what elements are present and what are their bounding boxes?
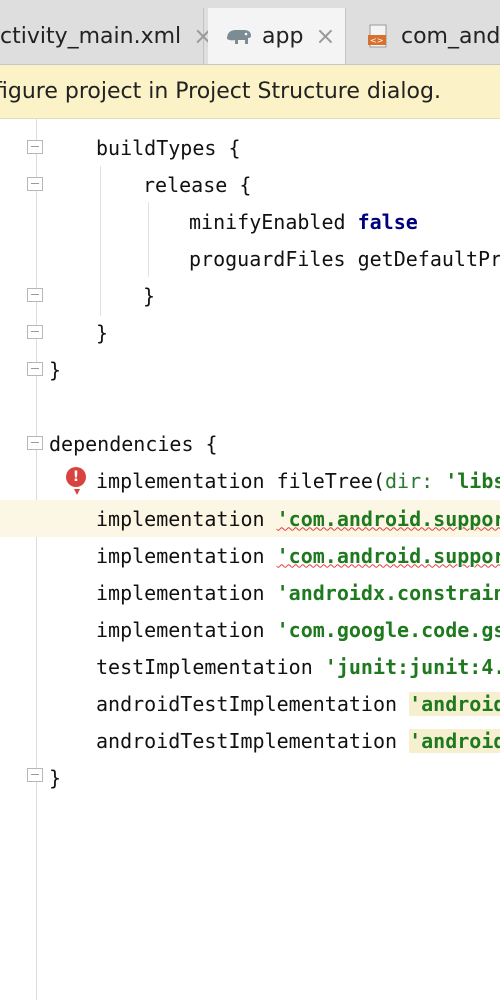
- code-line: dependencies {: [49, 425, 218, 462]
- code-text: testImplementation: [96, 654, 325, 679]
- code-text: proguardFiles getDefaultPro: [189, 246, 500, 271]
- code-line: buildTypes {: [96, 129, 241, 166]
- code-text: release {: [143, 172, 252, 197]
- string-literal: 'androidx: [409, 728, 500, 753]
- code-line: proguardFiles getDefaultPro: [189, 240, 500, 277]
- code-line: minifyEnabled false: [189, 203, 418, 240]
- code-text: }: [49, 357, 62, 382]
- code-editor[interactable]: buildTypes { release { minifyEnabled fal…: [0, 0, 500, 1000]
- code-text: implementation: [96, 543, 277, 568]
- string-literal: 'com.android.support: [276, 543, 500, 568]
- code-text: }: [143, 283, 156, 308]
- code-text: }: [96, 320, 109, 345]
- string-literal: 'libs': [445, 468, 500, 493]
- code-line: }: [143, 277, 155, 314]
- code-line: implementation 'com.google.code.gso: [96, 611, 500, 648]
- code-text: implementation fileTree(: [96, 468, 385, 493]
- string-literal: 'junit:junit:4.1: [324, 654, 500, 679]
- code-text: }: [49, 765, 62, 790]
- param-name: dir:: [384, 468, 446, 493]
- code-text: buildTypes {: [96, 135, 241, 160]
- code-text: implementation: [96, 617, 277, 642]
- code-text: implementation: [96, 580, 277, 605]
- string-literal: 'com.android.support: [276, 506, 500, 531]
- code-line: implementation fileTree(dir: 'libs': [96, 462, 500, 499]
- code-line: release {: [143, 166, 251, 203]
- code-line: }: [49, 351, 61, 388]
- code-line: androidTestImplementation 'androidx: [96, 685, 500, 722]
- code-text: androidTestImplementation: [96, 728, 410, 753]
- code-line: androidTestImplementation 'androidx: [96, 722, 500, 759]
- code-text: dependencies {: [49, 431, 218, 456]
- code-line: testImplementation 'junit:junit:4.1: [96, 648, 500, 685]
- code-line: }: [96, 314, 108, 351]
- string-literal: 'androidx: [409, 691, 500, 716]
- code-text: minifyEnabled: [189, 209, 358, 234]
- code-text: implementation: [96, 506, 277, 531]
- code-line: implementation 'com.android.support: [96, 500, 500, 537]
- keyword: false: [357, 209, 418, 234]
- string-literal: 'com.google.code.gso: [276, 617, 500, 642]
- string-literal: 'androidx.constraint: [276, 580, 500, 605]
- code-line: }: [49, 759, 61, 796]
- code-line: implementation 'com.android.support: [96, 537, 500, 574]
- code-text: androidTestImplementation: [96, 691, 410, 716]
- code-line: implementation 'androidx.constraint: [96, 574, 500, 611]
